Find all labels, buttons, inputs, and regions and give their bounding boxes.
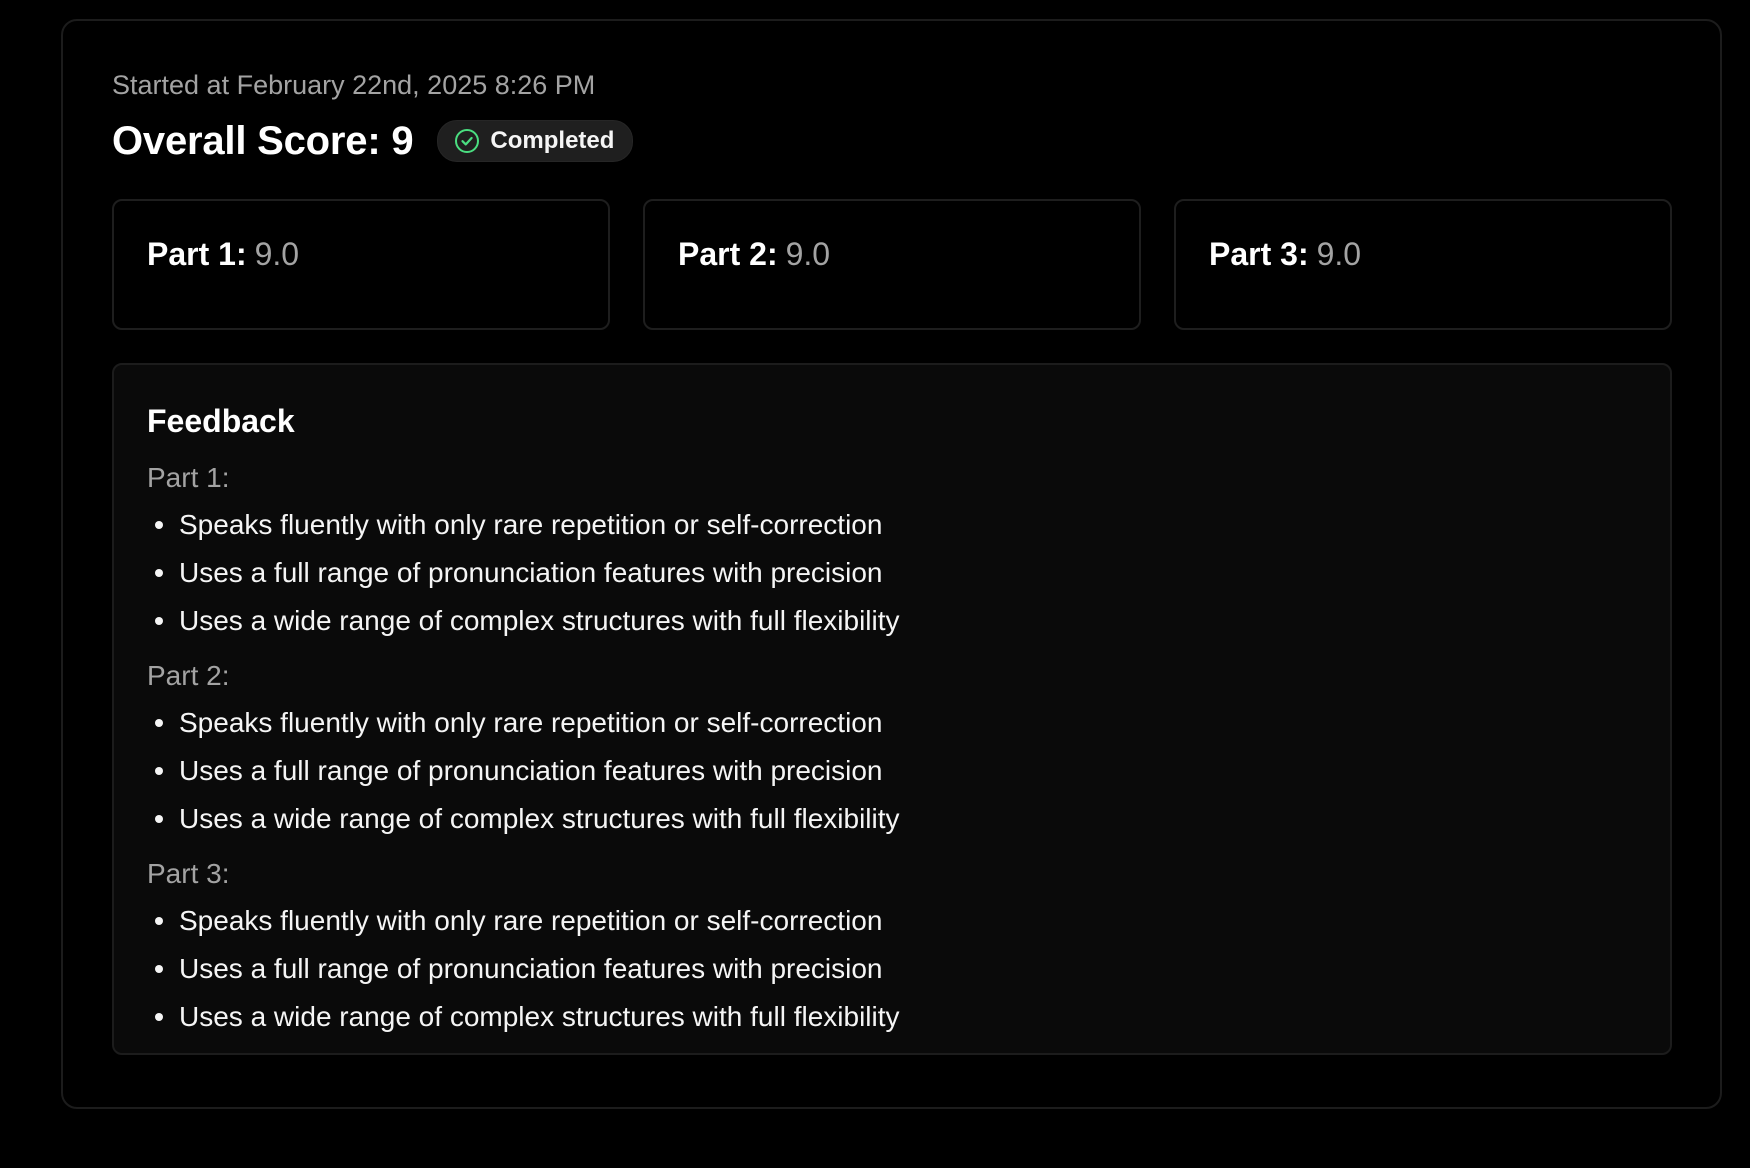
list-item: Uses a wide range of complex structures …	[147, 795, 1670, 843]
feedback-item-text: Uses a wide range of complex structures …	[179, 803, 900, 834]
bullet-dot	[155, 965, 163, 973]
list-item: Uses a wide range of complex structures …	[147, 597, 1670, 645]
feedback-list-part-2: Speaks fluently with only rare repetitio…	[147, 699, 1670, 843]
check-circle-icon	[454, 128, 480, 154]
score-row: Overall Score: 9 Completed	[112, 119, 1672, 163]
feedback-item-text: Uses a full range of pronunciation featu…	[179, 755, 883, 786]
feedback-item-text: Speaks fluently with only rare repetitio…	[179, 905, 883, 936]
bullet-dot	[155, 917, 163, 925]
part-score-value: 9.0	[785, 236, 831, 272]
list-item: Speaks fluently with only rare repetitio…	[147, 897, 1670, 945]
feedback-item-text: Uses a full range of pronunciation featu…	[179, 557, 883, 588]
part-label: Part 2:	[678, 236, 778, 272]
part-score-card-3: Part 3: 9.0	[1174, 199, 1672, 330]
feedback-item-text: Uses a wide range of complex structures …	[179, 1001, 900, 1032]
part-score-value: 9.0	[254, 236, 300, 272]
feedback-section-label: Part 3:	[147, 858, 230, 889]
part-score-card-2: Part 2: 9.0	[643, 199, 1141, 330]
feedback-title: Feedback	[147, 403, 295, 439]
bullet-dot	[155, 521, 163, 529]
part-score-card-1: Part 1: 9.0	[112, 199, 610, 330]
feedback-section-label: Part 2:	[147, 660, 230, 691]
list-item: Speaks fluently with only rare repetitio…	[147, 699, 1670, 747]
list-item: Uses a wide range of complex structures …	[147, 993, 1670, 1041]
status-label: Completed	[490, 127, 615, 154]
part-label: Part 1:	[147, 236, 247, 272]
list-item: Uses a full range of pronunciation featu…	[147, 747, 1670, 795]
feedback-list-part-3: Speaks fluently with only rare repetitio…	[147, 897, 1670, 1041]
feedback-section-label: Part 1:	[147, 462, 230, 493]
list-item: Uses a full range of pronunciation featu…	[147, 549, 1670, 597]
feedback-item-text: Speaks fluently with only rare repetitio…	[179, 509, 883, 540]
bullet-dot	[155, 1013, 163, 1021]
part-label: Part 3:	[1209, 236, 1309, 272]
part-score-value: 9.0	[1316, 236, 1362, 272]
overall-score-title: Overall Score: 9	[112, 118, 414, 163]
bullet-dot	[155, 719, 163, 727]
list-item: Uses a full range of pronunciation featu…	[147, 945, 1670, 993]
status-badge: Completed	[437, 120, 634, 162]
list-item: Speaks fluently with only rare repetitio…	[147, 501, 1670, 549]
result-card: Started at February 22nd, 2025 8:26 PM O…	[61, 19, 1722, 1109]
feedback-item-text: Speaks fluently with only rare repetitio…	[179, 707, 883, 738]
result-content: Started at February 22nd, 2025 8:26 PM O…	[112, 69, 1672, 1055]
feedback-card: Feedback Part 1: Speaks fluently with on…	[112, 363, 1672, 1055]
bullet-dot	[155, 815, 163, 823]
bullet-dot	[155, 569, 163, 577]
feedback-item-text: Uses a full range of pronunciation featu…	[179, 953, 883, 984]
bullet-dot	[155, 617, 163, 625]
feedback-list-part-1: Speaks fluently with only rare repetitio…	[147, 501, 1670, 645]
feedback-item-text: Uses a wide range of complex structures …	[179, 605, 900, 636]
started-at-text: Started at February 22nd, 2025 8:26 PM	[112, 70, 596, 100]
bullet-dot	[155, 767, 163, 775]
part-scores-row: Part 1: 9.0 Part 2: 9.0 Part 3: 9.0	[112, 199, 1672, 330]
